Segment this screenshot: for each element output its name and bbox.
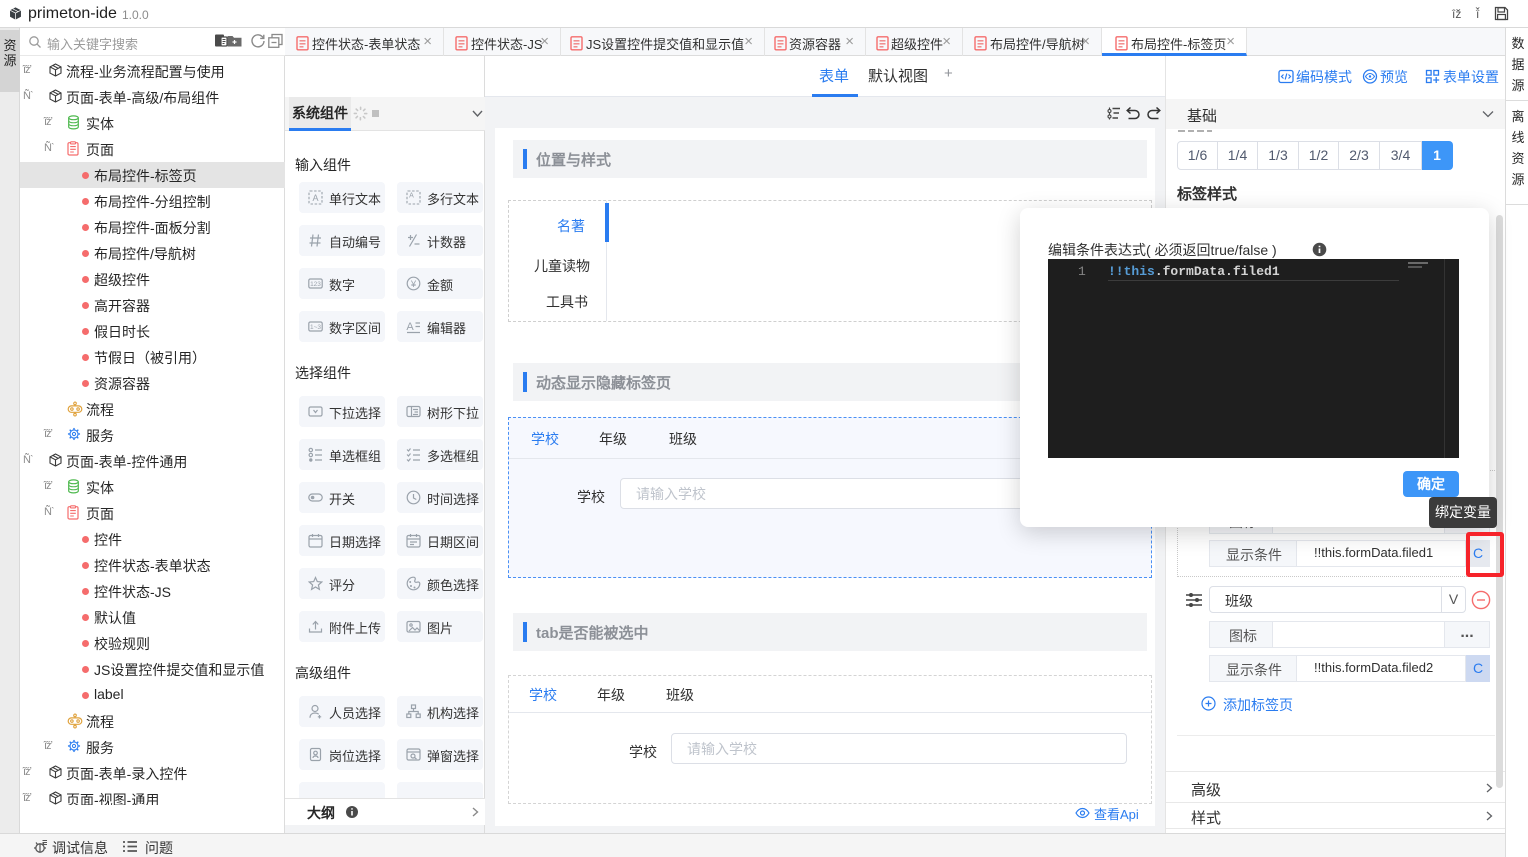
svg-text:A: A bbox=[406, 321, 414, 333]
svg-text:123: 123 bbox=[310, 281, 321, 288]
svg-text:1~3: 1~3 bbox=[310, 324, 321, 331]
svg-text:A: A bbox=[409, 193, 414, 200]
svg-text:¥: ¥ bbox=[410, 279, 417, 290]
svg-text:A: A bbox=[312, 193, 318, 203]
